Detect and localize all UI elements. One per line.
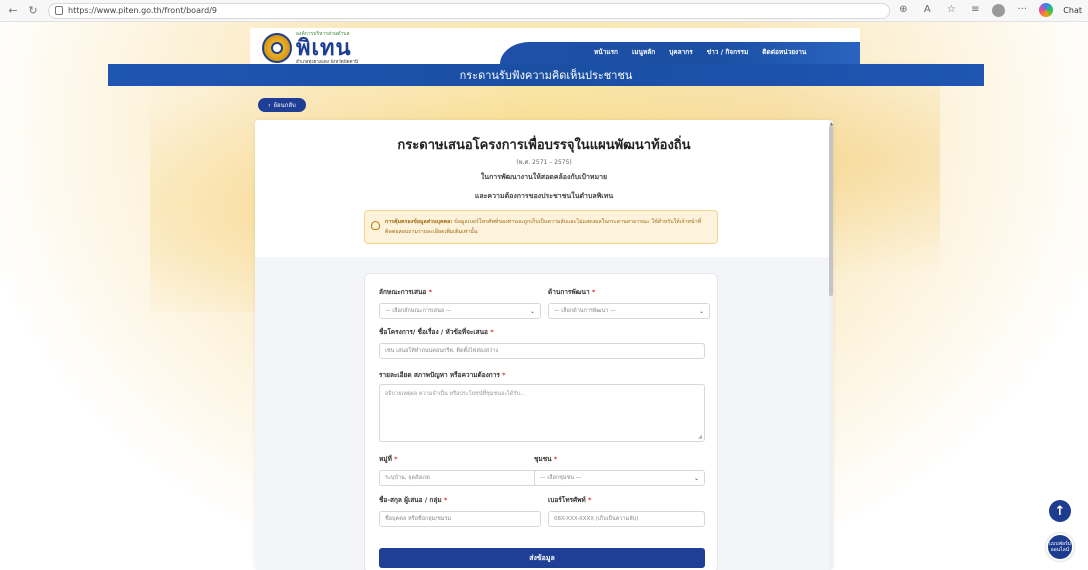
copilot-icon[interactable]	[1039, 3, 1054, 17]
village-label: หมู่ที่ *	[379, 455, 398, 463]
menu-personnel[interactable]: บุคลากร	[669, 47, 693, 57]
zoom-icon[interactable]: ⊕	[896, 3, 910, 17]
page-title: กระดานรับฟังความคิดเห็นประชาชน	[459, 69, 633, 82]
dev-select[interactable]: — เลือกด้านการพัฒนา — ⌄	[548, 303, 710, 319]
dev-label: ด้านการพัฒนา *	[548, 288, 596, 296]
name-label: ชื่อ-สกุล ผู้เสนอ / กลุ่ม *	[379, 496, 448, 504]
chat-label[interactable]: Chat	[1063, 6, 1082, 15]
online-form-label: แบบฟอร์ม ออนไลน์	[1048, 541, 1072, 553]
type-label: ลักษณะการเสนอ *	[379, 288, 433, 296]
phone-input[interactable]: 08X-XXX-XXXX (เก็บเป็นความลับ)	[548, 511, 705, 527]
phone-placeholder: 08X-XXX-XXXX (เก็บเป็นความลับ)	[554, 516, 639, 522]
notice-heading: การคุ้มครองข้อมูลส่วนบุคคล:	[385, 219, 453, 225]
name-placeholder: ชื่อบุคคล หรือชื่อกลุ่ม/ชมรม	[385, 516, 452, 522]
detail-textarea[interactable]: อธิบายเหตุผล ความจำเป็น หรือประโยชน์ที่ช…	[379, 384, 705, 442]
main-menu: หน้าแรก เมนูหลัก บุคลากร ข่าว / กิจกรรม …	[594, 47, 806, 57]
community-select[interactable]: — เลือกชุมชน — ⌄	[534, 470, 705, 486]
back-button-label: ย้อนกลับ	[273, 102, 296, 109]
form-years: (พ.ศ. 2571 – 2575)	[516, 159, 572, 166]
site-header: องค์การบริหารส่วนตำบล พิเทน อำเภอทุ่งยาง…	[250, 28, 860, 65]
intro-section: กระดาษเสนอโครงการเพื่อบรรจุในแผนพัฒนาท้อ…	[255, 120, 833, 257]
url-text: https://www.piten.go.th/front/board/9	[68, 6, 217, 15]
menu-home[interactable]: หน้าแรก	[594, 47, 618, 57]
village-input[interactable]: ระบุบ้าน, จุดสังเกต	[379, 470, 541, 486]
scroll-up-arrow-icon[interactable]: ▲	[830, 121, 833, 126]
village-placeholder: ระบุบ้าน, จุดสังเกต	[385, 475, 430, 481]
menu-main[interactable]: เมนูหลัก	[632, 47, 655, 57]
arrow-up-icon: ↑	[1054, 503, 1066, 519]
project-input[interactable]: เช่น เสนอให้ทำถนนคอนกรีต, ติดตั้งไฟส่องส…	[379, 343, 705, 359]
chevron-left-icon: ‹	[268, 101, 271, 109]
chevron-down-icon: ⌄	[693, 475, 699, 482]
card-scrollbar-thumb[interactable]	[829, 126, 833, 296]
form-area: ลักษณะการเสนอ * — เลือกลักษณะการเสนอ — ⌄…	[255, 257, 833, 570]
lock-icon	[55, 6, 63, 15]
browser-toolbar: ← ↻ https://www.piten.go.th/front/board/…	[0, 0, 1088, 22]
chevron-down-icon: ⌄	[698, 308, 704, 315]
community-select-value: — เลือกชุมชน —	[540, 475, 582, 481]
form-title: กระดาษเสนอโครงการเพื่อบรรจุในแผนพัฒนาท้อ…	[397, 138, 691, 153]
detail-label: รายละเอียด สภาพปัญหา หรือความต้องการ *	[379, 371, 506, 379]
resize-handle-icon[interactable]: ◢	[698, 434, 702, 440]
menu-contact[interactable]: ติดต่อหน่วยงาน	[762, 47, 806, 57]
name-input[interactable]: ชื่อบุคคล หรือชื่อกลุ่ม/ชมรม	[379, 511, 541, 527]
site-logo[interactable]: องค์การบริหารส่วนตำบล พิเทน อำเภอทุ่งยาง…	[262, 30, 358, 65]
favorite-star-icon[interactable]: ☆	[944, 3, 958, 17]
profile-avatar-icon[interactable]	[992, 3, 1006, 17]
submit-button[interactable]: ส่งข้อมูล	[379, 548, 705, 568]
dev-select-value: — เลือกด้านการพัฒนา —	[554, 308, 616, 314]
community-label: ชุมชน *	[534, 455, 558, 463]
privacy-notice: การคุ้มครองข้อมูลส่วนบุคคล: ข้อมูลเบอร์โ…	[364, 210, 718, 244]
proposal-form: ลักษณะการเสนอ * — เลือกลักษณะการเสนอ — ⌄…	[364, 273, 718, 570]
online-form-button[interactable]: แบบฟอร์ม ออนไลน์	[1046, 533, 1074, 561]
chevron-down-icon: ⌄	[529, 308, 535, 315]
page-title-bar: กระดานรับฟังความคิดเห็นประชาชน	[108, 64, 984, 86]
shield-icon	[371, 221, 380, 230]
address-bar[interactable]: https://www.piten.go.th/front/board/9	[48, 2, 890, 19]
type-select[interactable]: — เลือกลักษณะการเสนอ — ⌄	[379, 303, 541, 319]
submit-label: ส่งข้อมูล	[529, 553, 555, 562]
detail-placeholder: อธิบายเหตุผล ความจำเป็น หรือประโยชน์ที่ช…	[385, 391, 526, 397]
back-button[interactable]: ‹ ย้อนกลับ	[258, 98, 306, 112]
reload-icon[interactable]: ↻	[26, 4, 40, 18]
form-subtitle-2: และความต้องการของประชาชนในตำบลพิเทน	[474, 192, 614, 200]
more-menu-icon[interactable]: ···	[1015, 3, 1029, 17]
proposal-card: กระดาษเสนอโครงการเพื่อบรรจุในแผนพัฒนาท้อ…	[255, 120, 833, 570]
scroll-to-top-button[interactable]: ↑	[1049, 500, 1071, 522]
back-arrow-icon[interactable]: ←	[6, 4, 20, 18]
collections-icon[interactable]: ≡	[968, 3, 982, 17]
read-aloud-icon[interactable]: A	[920, 3, 934, 17]
project-placeholder: เช่น เสนอให้ทำถนนคอนกรีต, ติดตั้งไฟส่องส…	[385, 348, 499, 354]
emblem-icon	[262, 32, 292, 63]
logo-name: พิเทน	[296, 35, 352, 61]
phone-label: เบอร์โทรศัพท์ *	[548, 496, 592, 504]
page-body: องค์การบริหารส่วนตำบล พิเทน อำเภอทุ่งยาง…	[0, 22, 1088, 570]
type-select-value: — เลือกลักษณะการเสนอ —	[385, 308, 452, 314]
form-subtitle-1: ในการพัฒนางานให้สอดคล้องกับเป้าหมาย	[480, 173, 608, 181]
project-label: ชื่อโครงการ/ ชื่อเรื่อง / หัวข้อที่จะเสน…	[379, 328, 494, 336]
menu-news[interactable]: ข่าว / กิจกรรม	[707, 47, 749, 57]
